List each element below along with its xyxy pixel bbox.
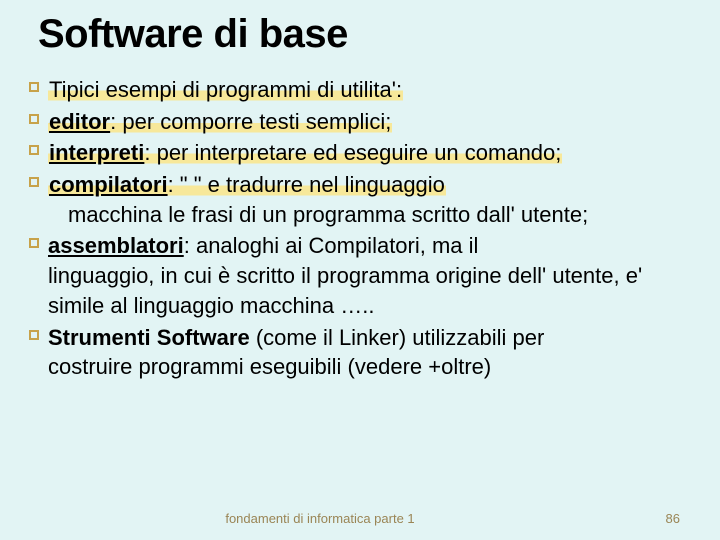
list-item: Tipici esempi di programmi di utilita': xyxy=(28,75,692,105)
item-term: interpreti xyxy=(49,140,144,165)
bullet-icon xyxy=(28,176,40,188)
item-line: assemblatori: analoghi ai Compilatori, m… xyxy=(48,233,478,258)
slide-title: Software di base xyxy=(38,12,692,57)
item-text: : per comporre testi semplici; xyxy=(110,109,391,134)
item-line: Strumenti Software (come il Linker) util… xyxy=(48,325,544,350)
item-text: : per interpretare ed eseguire un comand… xyxy=(144,140,561,165)
list-item: compilatori: " " e tradurre nel linguagg… xyxy=(28,170,692,229)
page-number: 86 xyxy=(640,511,680,526)
bullet-icon xyxy=(28,113,40,125)
bullet-icon xyxy=(28,144,40,156)
slide: Software di base Tipici esempi di progra… xyxy=(0,0,720,382)
slide-footer: fondamenti di informatica parte 1 86 xyxy=(0,511,720,526)
item-text: Tipici esempi di programmi di utilita': xyxy=(48,77,403,102)
item-continuation: macchina le frasi di un programma scritt… xyxy=(48,200,692,230)
bullet-list: Tipici esempi di programmi di utilita': … xyxy=(28,75,692,382)
list-item: Strumenti Software (come il Linker) util… xyxy=(28,323,692,382)
item-continuation: costruire programmi eseguibili (vedere +… xyxy=(48,352,692,382)
item-term: Strumenti Software xyxy=(48,325,250,350)
item-text: (come il Linker) utilizzabili per xyxy=(250,325,545,350)
item-line: editor: per comporre testi semplici; xyxy=(48,109,392,134)
item-term: compilatori xyxy=(49,172,168,197)
bullet-icon xyxy=(28,329,40,341)
item-line: compilatori: " " e tradurre nel linguagg… xyxy=(48,172,446,197)
item-text: : analoghi ai Compilatori, ma il xyxy=(184,233,479,258)
footer-text: fondamenti di informatica parte 1 xyxy=(0,511,640,526)
list-item: editor: per comporre testi semplici; xyxy=(28,107,692,137)
item-continuation: linguaggio, in cui è scritto il programm… xyxy=(48,261,692,320)
item-text: : " " e tradurre nel linguaggio xyxy=(168,172,445,197)
item-term: editor xyxy=(49,109,110,134)
bullet-icon xyxy=(28,81,40,93)
list-item: interpreti: per interpretare ed eseguire… xyxy=(28,138,692,168)
list-item: assemblatori: analoghi ai Compilatori, m… xyxy=(28,231,692,320)
item-line: interpreti: per interpretare ed eseguire… xyxy=(48,140,562,165)
bullet-icon xyxy=(28,237,40,249)
item-term: assemblatori xyxy=(48,233,184,258)
